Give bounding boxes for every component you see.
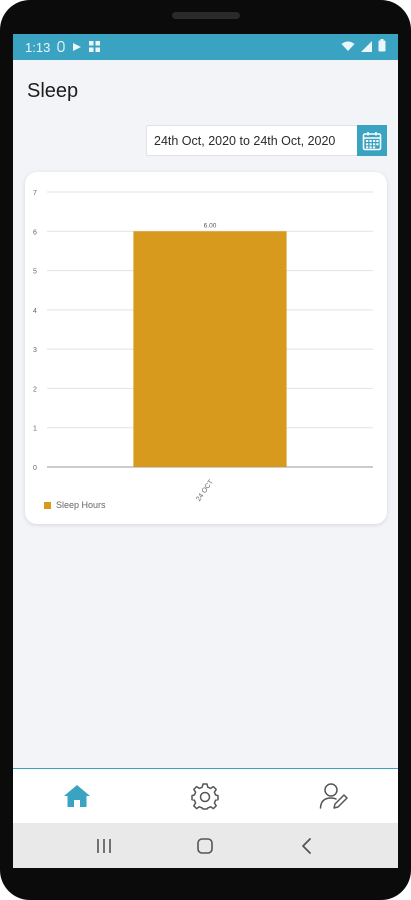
recents-button[interactable] <box>84 831 124 861</box>
legend-label: Sleep Hours <box>56 500 106 510</box>
grid-icon <box>89 40 101 55</box>
y-tick-label: 2 <box>33 386 37 393</box>
calendar-button[interactable] <box>357 125 387 156</box>
calendar-icon <box>362 131 382 150</box>
wifi-icon <box>341 40 355 55</box>
sleep-chart-card: 0 1 2 3 4 5 6 7 6.00 24 OCT Sleep Hours <box>25 172 387 524</box>
y-tick-label: 0 <box>33 465 37 472</box>
status-bar: 1:13 <box>13 34 398 60</box>
nav-settings[interactable] <box>175 774 235 818</box>
x-tick-label: 24 OCT <box>195 478 215 503</box>
bar-data-label: 6.00 <box>204 222 217 229</box>
date-range-text[interactable]: 24th Oct, 2020 to 24th Oct, 2020 <box>147 134 357 148</box>
home-icon <box>64 785 91 807</box>
signal-icon <box>361 40 372 55</box>
nav-home[interactable] <box>47 774 107 818</box>
status-time: 1:13 <box>25 39 51 55</box>
bar <box>133 231 287 467</box>
home-circle-icon <box>197 837 214 854</box>
sleep-bar-chart: 0 1 2 3 4 5 6 7 6.00 24 OCT <box>33 190 373 503</box>
notification-icon <box>57 40 65 55</box>
screen: 1:13 Sleep 24th Oct, 2020 to 24th Oct, 2… <box>13 34 398 868</box>
recents-icon <box>97 838 111 853</box>
home-button[interactable] <box>185 831 225 861</box>
y-tick-label: 3 <box>33 347 37 354</box>
date-range-picker[interactable]: 24th Oct, 2020 to 24th Oct, 2020 <box>146 125 387 156</box>
chart-legend: Sleep Hours <box>44 500 106 510</box>
phone-frame: 1:13 Sleep 24th Oct, 2020 to 24th Oct, 2… <box>0 0 411 900</box>
battery-icon <box>378 39 386 55</box>
user-edit-icon <box>319 783 348 809</box>
y-tick-label: 4 <box>33 308 37 315</box>
back-button[interactable] <box>287 831 327 861</box>
speaker-grille <box>172 12 240 19</box>
play-icon <box>72 40 82 55</box>
y-tick-label: 1 <box>33 426 37 433</box>
gear-icon <box>191 783 220 810</box>
y-tick-label: 6 <box>33 229 37 236</box>
y-tick-label: 7 <box>33 190 37 197</box>
system-nav-bar <box>13 823 398 868</box>
legend-swatch <box>44 501 51 509</box>
page-title: Sleep <box>27 80 79 102</box>
bottom-nav <box>13 768 398 823</box>
back-icon <box>302 837 312 854</box>
nav-profile[interactable] <box>304 774 364 818</box>
y-tick-label: 5 <box>33 269 37 276</box>
